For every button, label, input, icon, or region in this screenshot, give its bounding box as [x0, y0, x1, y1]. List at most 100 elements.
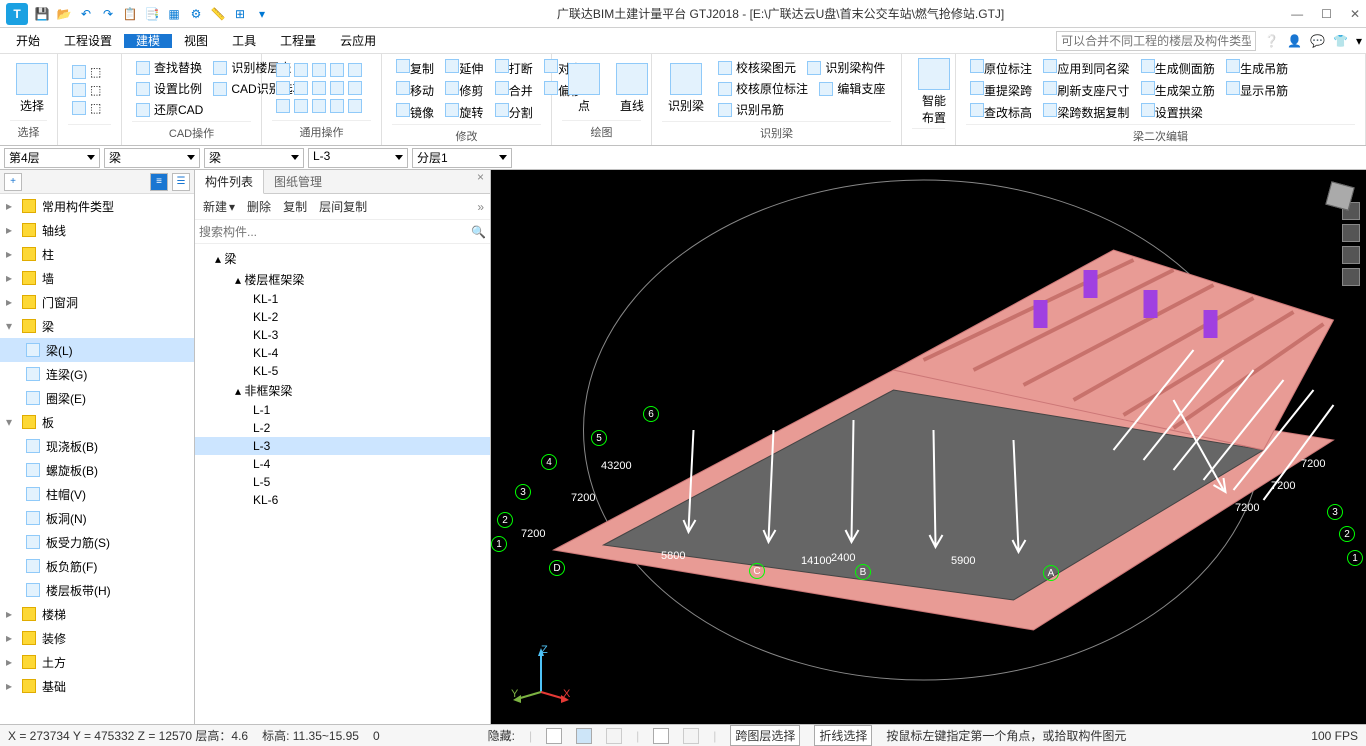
tree-item[interactable]: 板负筋(F) — [0, 554, 194, 578]
search-icon[interactable]: 🔍 — [471, 225, 486, 239]
tree-item[interactable]: 现浇板(B) — [0, 434, 194, 458]
tree-cat[interactable]: ▸墙 — [0, 266, 194, 290]
tree-item[interactable]: 圈梁(E) — [0, 386, 194, 410]
break-button[interactable]: 打断 — [495, 59, 533, 77]
mirror-button[interactable]: 镜像 — [396, 103, 434, 121]
tree-cat[interactable]: ▾板 — [0, 410, 194, 434]
view-tool-icon[interactable] — [1342, 268, 1360, 286]
identify-beam-button[interactable]: 识别梁 — [662, 61, 710, 116]
sb-icon[interactable] — [546, 728, 562, 744]
tree-item[interactable]: 梁(L) — [0, 338, 194, 362]
export-icon[interactable]: 📑 — [144, 6, 160, 22]
view-tool-icon[interactable] — [1342, 246, 1360, 264]
save-icon[interactable]: 💾 — [34, 6, 50, 22]
identify-stirrup-button[interactable]: 识别吊筋 — [716, 100, 887, 119]
sb-icon[interactable] — [653, 728, 669, 744]
component-select[interactable]: L-3 — [308, 148, 408, 168]
cad-op-button[interactable]: ⬚ — [70, 100, 103, 116]
panel-close-icon[interactable]: × — [471, 170, 490, 193]
tree-cat[interactable]: ▸门窗洞 — [0, 290, 194, 314]
component-node[interactable]: KL-3 — [195, 326, 490, 344]
split-button[interactable]: 分割 — [495, 103, 533, 121]
close-icon[interactable]: ✕ — [1350, 7, 1360, 21]
component-node[interactable]: L-4 — [195, 455, 490, 473]
floor-select[interactable]: 第4层 — [4, 148, 100, 168]
category-select[interactable]: 梁 — [104, 148, 200, 168]
apply-same-button[interactable]: 应用到同名梁 — [1043, 59, 1129, 77]
floor-copy-button[interactable]: 层间复制 — [317, 198, 367, 215]
3d-viewport[interactable]: 123456ABCD123720072004320058001410024005… — [491, 170, 1366, 724]
component-node[interactable]: L-1 — [195, 401, 490, 419]
edit-elev-button[interactable]: 查改标高 — [970, 103, 1032, 121]
component-node[interactable]: ▴ 梁 — [195, 248, 490, 269]
component-node[interactable]: L-3 — [195, 437, 490, 455]
table-icon[interactable]: ▦ — [166, 6, 182, 22]
tab-component-list[interactable]: 构件列表 — [195, 170, 264, 194]
user-icon[interactable]: 👤 — [1287, 34, 1302, 48]
generic-op-button[interactable] — [274, 80, 364, 96]
ruler-icon[interactable]: 📏 — [210, 6, 226, 22]
tree-item[interactable]: 板受力筋(S) — [0, 530, 194, 554]
tree-item[interactable]: 连梁(G) — [0, 362, 194, 386]
component-node[interactable]: KL-2 — [195, 308, 490, 326]
line-button[interactable]: 直线 — [610, 61, 654, 116]
merge-button[interactable]: 合并 — [495, 81, 533, 99]
tree-cat[interactable]: ▾梁 — [0, 314, 194, 338]
component-node[interactable]: L-2 — [195, 419, 490, 437]
orig-pos-button[interactable]: 原位标注 — [970, 59, 1032, 77]
tree-cat[interactable]: ▸基础 — [0, 674, 194, 698]
sb-icon[interactable] — [606, 728, 622, 744]
gen-frame-button[interactable]: 生成架立筋 — [1141, 81, 1215, 99]
trim-button[interactable]: 修剪 — [445, 81, 483, 99]
generic-op-button[interactable] — [274, 62, 364, 78]
cad-op-button[interactable]: ⬚ — [70, 82, 103, 98]
cad-op-button[interactable]: ⬚ — [70, 64, 103, 80]
new-button[interactable]: 新建▾ — [201, 198, 235, 215]
tree-item[interactable]: 楼层板带(H) — [0, 578, 194, 602]
settings-icon[interactable]: ⚙ — [188, 6, 204, 22]
tree-item[interactable]: 柱帽(V) — [0, 482, 194, 506]
undo-icon[interactable]: ↶ — [78, 6, 94, 22]
more-icon[interactable]: ▾ — [1356, 34, 1362, 48]
delete-button[interactable]: 删除 — [245, 198, 271, 215]
tree-mode-icon[interactable]: ☰ — [172, 173, 190, 191]
component-node[interactable]: ▴ 非框架梁 — [195, 380, 490, 401]
rotate-button[interactable]: 旋转 — [445, 103, 483, 121]
tree-item[interactable]: 板洞(N) — [0, 506, 194, 530]
open-icon[interactable]: 📂 — [56, 6, 72, 22]
set-arch-button[interactable]: 设置拱梁 — [1141, 103, 1203, 121]
redo-icon[interactable]: ↷ — [100, 6, 116, 22]
help-icon[interactable]: ❔ — [1264, 34, 1279, 48]
tree-cat[interactable]: ▸柱 — [0, 242, 194, 266]
smart-layout-button[interactable]: 智能布置 — [912, 56, 956, 128]
poly-select-button[interactable]: 折线选择 — [814, 725, 872, 746]
minimize-icon[interactable]: — — [1291, 7, 1303, 21]
reextract-button[interactable]: 重提梁跨 — [970, 81, 1032, 99]
copy-button[interactable]: 复制 — [396, 59, 434, 77]
pin-add-icon[interactable]: + — [4, 173, 22, 191]
tree-cat[interactable]: ▸常用构件类型 — [0, 194, 194, 218]
list-mode-icon[interactable]: ≡ — [150, 173, 168, 191]
copy-button[interactable]: 复制 — [281, 198, 307, 215]
span-copy-button[interactable]: 梁跨数据复制 — [1043, 103, 1129, 121]
extend-button[interactable]: 延伸 — [445, 59, 483, 77]
component-node[interactable]: L-5 — [195, 473, 490, 491]
tree-cat[interactable]: ▸土方 — [0, 650, 194, 674]
tree-cat[interactable]: ▸楼梯 — [0, 602, 194, 626]
print-icon[interactable]: 📋 — [122, 6, 138, 22]
component-search-input[interactable] — [199, 225, 467, 239]
point-button[interactable]: 点 — [562, 61, 606, 116]
maximize-icon[interactable]: ☐ — [1321, 7, 1332, 21]
menu-tab-0[interactable]: 开始 — [4, 34, 52, 48]
menu-tab-2[interactable]: 建模 — [124, 34, 172, 48]
component-node[interactable]: KL-4 — [195, 344, 490, 362]
show-stirrup-button[interactable]: 显示吊筋 — [1226, 81, 1288, 99]
generic-op-button[interactable] — [274, 98, 364, 114]
menu-tab-6[interactable]: 云应用 — [328, 34, 388, 48]
check-pos-button[interactable]: 校核原位标注 编辑支座 — [716, 79, 887, 98]
tree-item[interactable]: 螺旋板(B) — [0, 458, 194, 482]
component-node[interactable]: KL-1 — [195, 290, 490, 308]
menu-tab-3[interactable]: 视图 — [172, 34, 220, 48]
search-input[interactable] — [1056, 31, 1256, 51]
type-select[interactable]: 梁 — [204, 148, 304, 168]
